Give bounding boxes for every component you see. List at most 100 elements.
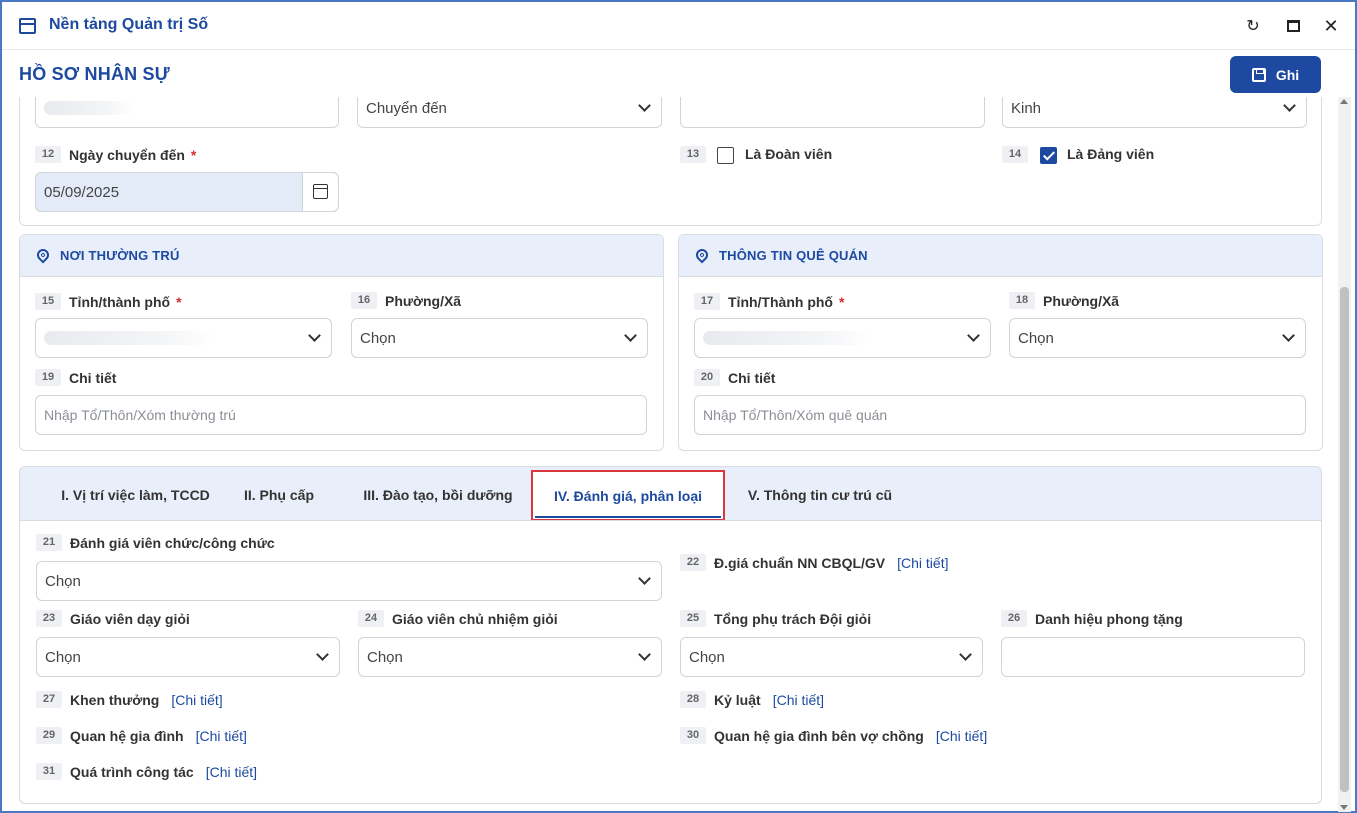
residence-province-label: 15 Tỉnh/thành phố * — [35, 293, 182, 310]
chevron-down-icon — [638, 648, 651, 661]
f29-detail-link[interactable]: [Chi tiết] — [196, 728, 247, 744]
scroll-up-icon[interactable] — [1340, 99, 1348, 104]
refresh-icon[interactable]: ↻ — [1243, 16, 1263, 36]
arrival-date-value: 05/09/2025 — [44, 183, 120, 201]
union-member-checkbox[interactable] — [717, 147, 734, 164]
maximize-icon[interactable] — [1283, 16, 1303, 36]
arrival-date-label-text: Ngày chuyển đến — [69, 146, 185, 163]
hometown-ward-label-text: Phường/Xã — [1043, 292, 1120, 309]
tab-label: IV. Đánh giá, phân loại — [553, 487, 703, 504]
arrival-type-value: Chuyển đến — [366, 99, 447, 117]
app-window: Nền tảng Quản trị Số ↻ ✕ HỒ SƠ NHÂN SỰ G… — [0, 0, 1357, 813]
residence-detail-label: 19 Chi tiết — [35, 369, 116, 386]
hometown-detail-placeholder: Nhập Tổ/Thôn/Xóm quê quán — [703, 407, 888, 423]
empty-field[interactable] — [680, 97, 985, 128]
tab-old-residence[interactable]: V. Thông tin cư trú cũ — [735, 467, 905, 522]
honor-title-input[interactable] — [1001, 637, 1305, 677]
tab-label: II. Phụ cấp — [243, 486, 314, 503]
f25-label-text: Tổng phụ trách Đội giỏi — [714, 610, 872, 627]
field-number: 14 — [1002, 146, 1028, 163]
excellent-homeroom-teacher-select[interactable]: Chọn — [358, 637, 662, 677]
save-icon — [1251, 67, 1266, 82]
f25-label: 25 Tổng phụ trách Đội giỏi — [680, 610, 871, 627]
chevron-down-icon — [638, 572, 651, 585]
residence-detail-label-text: Chi tiết — [69, 369, 117, 386]
hometown-detail-label: 20 Chi tiết — [694, 369, 775, 386]
field-number: 17 — [694, 293, 720, 310]
scrollbar-thumb[interactable] — [1340, 287, 1349, 792]
f27-label-text: Khen thưởng — [70, 691, 160, 708]
hometown-ward-value: Chọn — [1018, 329, 1054, 347]
evaluation-tab-panel: 21 Đánh giá viên chức/công chức Chọn 22 … — [20, 520, 1321, 803]
tab-job-position[interactable]: I. Vị trí việc làm, TCCD — [38, 467, 233, 522]
hometown-province-label-text: Tỉnh/Thành phố — [728, 293, 833, 310]
tab-label: V. Thông tin cư trú cũ — [747, 486, 893, 503]
hometown-card-title: THÔNG TIN QUÊ QUÁN — [719, 248, 868, 263]
hometown-detail-input[interactable]: Nhập Tổ/Thôn/Xóm quê quán — [694, 395, 1306, 435]
f28-detail-link[interactable]: [Chi tiết] — [773, 692, 824, 708]
field-number: 23 — [36, 610, 62, 627]
residence-detail-placeholder: Nhập Tổ/Thôn/Xóm thường trú — [44, 407, 236, 423]
close-icon[interactable]: ✕ — [1321, 16, 1341, 36]
f28-label-text: Kỷ luật — [714, 691, 761, 708]
field-number: 21 — [36, 534, 62, 551]
hometown-province-select[interactable] — [694, 318, 991, 358]
save-button[interactable]: Ghi — [1230, 56, 1321, 93]
f23-label-text: Giáo viên dạy giỏi — [70, 610, 190, 627]
f31-label-text: Quá trình công tác — [70, 763, 194, 780]
location-pin-icon — [34, 246, 52, 264]
f27-detail-link[interactable]: [Chi tiết] — [171, 692, 222, 708]
field-number: 28 — [680, 691, 706, 708]
union-member-field: 13 — [680, 146, 714, 163]
party-member-checkbox[interactable] — [1040, 147, 1057, 164]
f29-label: 29 Quan hệ gia đình [Chi tiết] — [36, 727, 247, 744]
field-number: 31 — [36, 763, 62, 780]
field-number: 19 — [35, 369, 61, 386]
hometown-province-label: 17 Tỉnh/Thành phố * — [694, 293, 844, 310]
blurred-field[interactable] — [35, 97, 339, 128]
date-picker-button[interactable] — [302, 173, 338, 211]
f22-detail-link[interactable]: [Chi tiết] — [897, 555, 948, 571]
f22-label-text: Đ.giá chuẩn NN CBQL/GV — [714, 554, 886, 571]
residence-ward-select[interactable]: Chọn — [351, 318, 648, 358]
tab-allowance[interactable]: II. Phụ cấp — [233, 467, 325, 522]
excellent-teacher-select[interactable]: Chọn — [36, 637, 340, 677]
residence-card-header: NƠI THƯỜNG TRÚ — [20, 235, 663, 277]
residence-detail-input[interactable]: Nhập Tổ/Thôn/Xóm thường trú — [35, 395, 647, 435]
f21-label-text: Đánh giá viên chức/công chức — [70, 534, 275, 551]
required-mark: * — [176, 293, 182, 310]
field-number: 25 — [680, 610, 706, 627]
page-title: HỒ SƠ NHÂN SỰ — [19, 64, 170, 84]
hometown-ward-select[interactable]: Chọn — [1009, 318, 1306, 358]
arrival-date-input[interactable]: 05/09/2025 — [35, 172, 339, 212]
f23-value: Chọn — [45, 648, 81, 666]
ethnicity-select[interactable]: Kinh — [1002, 97, 1307, 128]
chevron-down-icon — [638, 99, 651, 112]
chevron-down-icon — [1283, 99, 1296, 112]
union-member-label: Là Đoàn viên — [745, 146, 833, 162]
personal-info-card: Chuyển đến Kinh 12 Ngày chuyển đến * 05/… — [19, 97, 1322, 226]
f31-detail-link[interactable]: [Chi tiết] — [206, 764, 257, 780]
f28-label: 28 Kỷ luật [Chi tiết] — [680, 691, 824, 708]
residence-province-select[interactable] — [35, 318, 332, 358]
tab-evaluation[interactable]: IV. Đánh giá, phân loại — [531, 470, 725, 521]
field-number: 24 — [358, 610, 384, 627]
window-title: Nền tảng Quản trị Số — [49, 16, 209, 33]
hometown-ward-label: 18 Phường/Xã — [1009, 292, 1119, 309]
chevron-down-icon — [1282, 329, 1295, 342]
window-icon — [19, 18, 36, 34]
team-leader-select[interactable]: Chọn — [680, 637, 983, 677]
tab-training[interactable]: III. Đào tạo, bồi dưỡng — [345, 467, 531, 522]
party-member-field: 14 — [1002, 146, 1036, 163]
field-number: 20 — [694, 369, 720, 386]
arrival-type-select[interactable]: Chuyển đến — [357, 97, 662, 128]
f30-detail-link[interactable]: [Chi tiết] — [936, 728, 987, 744]
vertical-scrollbar[interactable] — [1338, 97, 1351, 812]
chevron-down-icon — [624, 329, 637, 342]
scroll-down-icon[interactable] — [1340, 805, 1348, 810]
field-number: 29 — [36, 727, 62, 744]
staff-evaluation-select[interactable]: Chọn — [36, 561, 662, 601]
page-header: HỒ SƠ NHÂN SỰ Ghi — [2, 51, 1355, 97]
field-number: 18 — [1009, 292, 1035, 309]
field-number: 12 — [35, 146, 61, 163]
